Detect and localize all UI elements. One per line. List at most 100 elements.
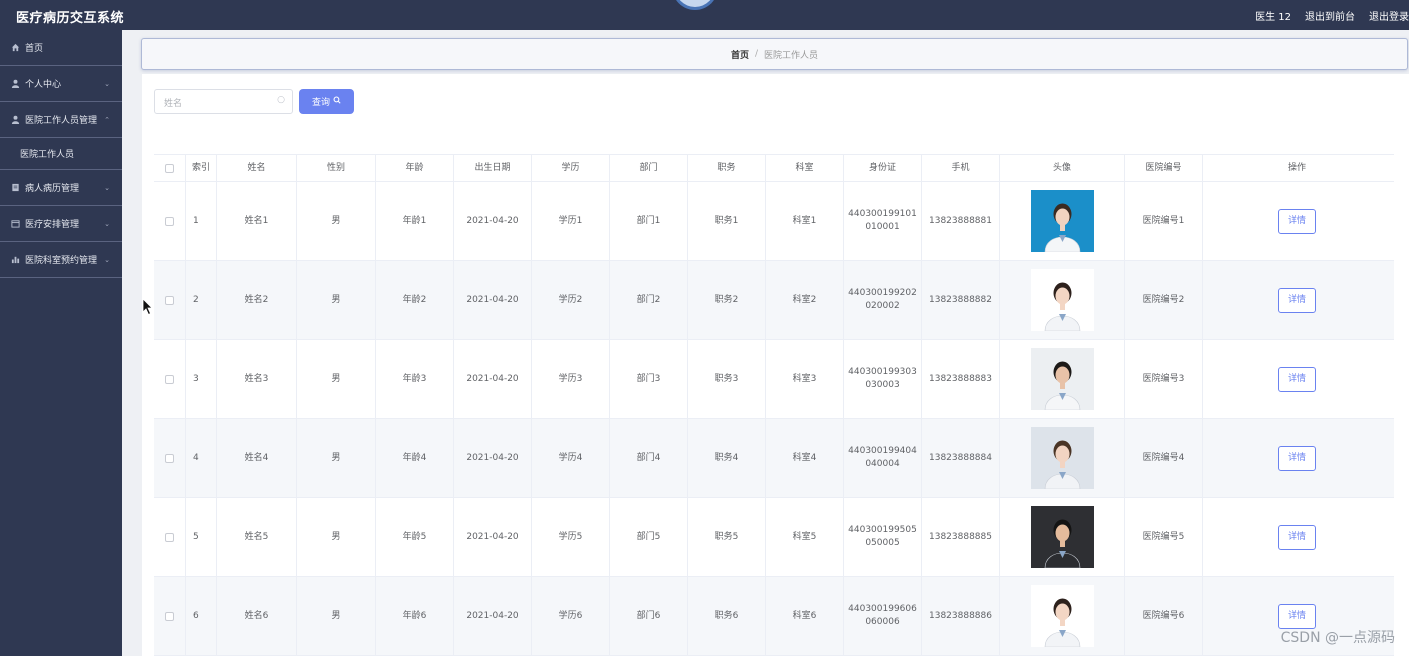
cell-phone: 13823888883 bbox=[922, 340, 1000, 418]
breadcrumb-home[interactable]: 首页 bbox=[731, 48, 749, 61]
row-checkbox[interactable] bbox=[165, 216, 174, 226]
cell-section: 科室5 bbox=[766, 498, 844, 576]
cell-actions: 详情 bbox=[1203, 182, 1391, 260]
search-input[interactable]: 姓名 ○ bbox=[154, 89, 293, 114]
sidebar-item-medical-arrangement[interactable]: 医疗安排管理 ⌄ bbox=[0, 206, 122, 242]
cell-gender: 男 bbox=[297, 498, 376, 576]
chevron-up-icon: ⌃ bbox=[104, 116, 110, 124]
sidebar-item-department-booking[interactable]: 医院科室预约管理 ⌄ bbox=[0, 242, 122, 278]
cell-section: 科室2 bbox=[766, 261, 844, 339]
row-select-cell bbox=[154, 261, 186, 339]
table-row[interactable]: 4 姓名4 男年龄4 2021-04-20 学历4 部门4 职务4 科室4 4403001994… bbox=[154, 419, 1394, 498]
sidebar-item-staff-management[interactable]: 医院工作人员管理 ⌃ bbox=[0, 102, 122, 138]
query-button-label: 查询 bbox=[311, 98, 330, 108]
cell-gender: 男 bbox=[297, 340, 376, 418]
cell-age: 年龄4 bbox=[376, 419, 454, 497]
cell-department: 部门2 bbox=[610, 261, 688, 339]
id-card-part: 440300199202 bbox=[848, 288, 917, 298]
cell-index: 2 bbox=[186, 261, 217, 339]
cell-index: 4 bbox=[186, 419, 217, 497]
cell-name: 姓名4 bbox=[217, 419, 297, 497]
cell-avatar bbox=[1000, 182, 1125, 260]
cell-hospital-number: 医院编号2 bbox=[1125, 261, 1203, 339]
cell-section: 科室6 bbox=[766, 577, 844, 655]
watermark: CSDN @一点源码 bbox=[1280, 630, 1395, 646]
table-row[interactable]: 6 姓名6 男年龄6 2021-04-20 学历6 部门6 职务6 科室6 4403001996… bbox=[154, 577, 1394, 656]
chevron-down-icon: ⌄ bbox=[104, 220, 110, 228]
sidebar-item-patient-records[interactable]: 病人病历管理 ⌄ bbox=[0, 170, 122, 206]
row-checkbox[interactable] bbox=[165, 374, 174, 384]
cell-hospital-number: 医院编号1 bbox=[1125, 182, 1203, 260]
cell-name: 姓名3 bbox=[217, 340, 297, 418]
cell-name: 姓名2 bbox=[217, 261, 297, 339]
cell-avatar bbox=[1000, 577, 1125, 655]
sidebar-subitem-staff[interactable]: 医院工作人员 bbox=[0, 138, 122, 170]
table-body: 1 姓名1 男年龄1 2021-04-20 学历1 部门1 职务1 科室1 4403001991… bbox=[154, 182, 1394, 656]
back-to-front-link[interactable]: 退出到前台 bbox=[1305, 8, 1355, 23]
cell-birth-date: 2021-04-20 bbox=[454, 261, 532, 339]
cell-education: 学历4 bbox=[532, 419, 610, 497]
sidebar-item-label: 首页 bbox=[25, 44, 44, 54]
column-header: 学历 bbox=[532, 155, 610, 181]
sidebar-item-home[interactable]: 首页 bbox=[0, 30, 122, 66]
table-row[interactable]: 1 姓名1 男年龄1 2021-04-20 学历1 部门1 职务1 科室1 4403001991… bbox=[154, 182, 1394, 261]
cell-position: 职务3 bbox=[688, 340, 766, 418]
cell-id-card: 440300199606 060006 bbox=[844, 577, 922, 655]
row-select-cell bbox=[154, 419, 186, 497]
sidebar-item-personal-center[interactable]: 个人中心 ⌄ bbox=[0, 66, 122, 102]
current-user: 医生 12 bbox=[1255, 12, 1291, 23]
breadcrumb-current: 医院工作人员 bbox=[764, 50, 819, 61]
row-checkbox[interactable] bbox=[165, 532, 174, 542]
cell-education: 学历5 bbox=[532, 498, 610, 576]
cell-phone: 13823888882 bbox=[922, 261, 1000, 339]
row-select-cell bbox=[154, 182, 186, 260]
table-row[interactable]: 2 姓名2 男年龄2 2021-04-20 学历2 部门2 职务2 科室2 4403001992… bbox=[154, 261, 1394, 340]
staff-table: 索引 姓名 性别 年龄 出生日期 学历 部门 职务 科室 身份证 手机 头像 医… bbox=[154, 154, 1394, 656]
cell-id-card: 440300199303 030003 bbox=[844, 340, 922, 418]
detail-button[interactable]: 详情 bbox=[1278, 603, 1316, 629]
column-header: 出生日期 bbox=[454, 155, 532, 181]
sidebar-item-label: 医疗安排管理 bbox=[25, 220, 80, 230]
search-icon bbox=[333, 96, 341, 107]
cell-position: 职务1 bbox=[688, 182, 766, 260]
detail-button[interactable]: 详情 bbox=[1278, 366, 1316, 392]
cell-actions: 详情 bbox=[1203, 419, 1391, 497]
cell-department: 部门1 bbox=[610, 182, 688, 260]
avatar bbox=[1030, 190, 1094, 252]
cell-id-card: 440300199404 040004 bbox=[844, 419, 922, 497]
table-row[interactable]: 5 姓名5 男年龄5 2021-04-20 学历5 部门5 职务5 科室5 4403001995… bbox=[154, 498, 1394, 577]
cell-index: 3 bbox=[186, 340, 217, 418]
avatar bbox=[1030, 269, 1094, 331]
cell-section: 科室1 bbox=[766, 182, 844, 260]
id-card-part: 440300199606 bbox=[848, 604, 917, 614]
breadcrumb: 首页 / 医院工作人员 bbox=[141, 38, 1408, 70]
query-button[interactable]: 查询 bbox=[299, 89, 354, 114]
sidebar-item-label: 个人中心 bbox=[25, 80, 62, 90]
detail-button[interactable]: 详情 bbox=[1278, 208, 1316, 234]
detail-button[interactable]: 详情 bbox=[1278, 524, 1316, 550]
cell-avatar bbox=[1000, 498, 1125, 576]
cell-phone: 13823888886 bbox=[922, 577, 1000, 655]
cell-age: 年龄1 bbox=[376, 182, 454, 260]
cell-section: 科室4 bbox=[766, 419, 844, 497]
cell-index: 1 bbox=[186, 182, 217, 260]
row-checkbox[interactable] bbox=[165, 295, 174, 305]
table-row[interactable]: 3 姓名3 男年龄3 2021-04-20 学历3 部门3 职务3 科室3 4403001993… bbox=[154, 340, 1394, 419]
cell-gender: 男 bbox=[297, 182, 376, 260]
cell-birth-date: 2021-04-20 bbox=[454, 182, 532, 260]
id-card-part: 010001 bbox=[865, 222, 900, 232]
id-card-part: 020002 bbox=[865, 301, 900, 311]
cell-phone: 13823888884 bbox=[922, 419, 1000, 497]
chevron-down-icon: ⌄ bbox=[104, 256, 110, 264]
logout-link[interactable]: 退出登录 bbox=[1369, 8, 1409, 23]
detail-button[interactable]: 详情 bbox=[1278, 287, 1316, 313]
sidebar-item-label: 医院工作人员管理 bbox=[25, 116, 98, 126]
cell-name: 姓名5 bbox=[217, 498, 297, 576]
detail-button[interactable]: 详情 bbox=[1278, 445, 1316, 471]
document-icon bbox=[10, 183, 20, 193]
row-checkbox[interactable] bbox=[165, 611, 174, 621]
cell-index: 6 bbox=[186, 577, 217, 655]
select-all-checkbox[interactable] bbox=[165, 163, 174, 173]
row-checkbox[interactable] bbox=[165, 453, 174, 463]
sidebar-item-label: 病人病历管理 bbox=[25, 184, 80, 194]
